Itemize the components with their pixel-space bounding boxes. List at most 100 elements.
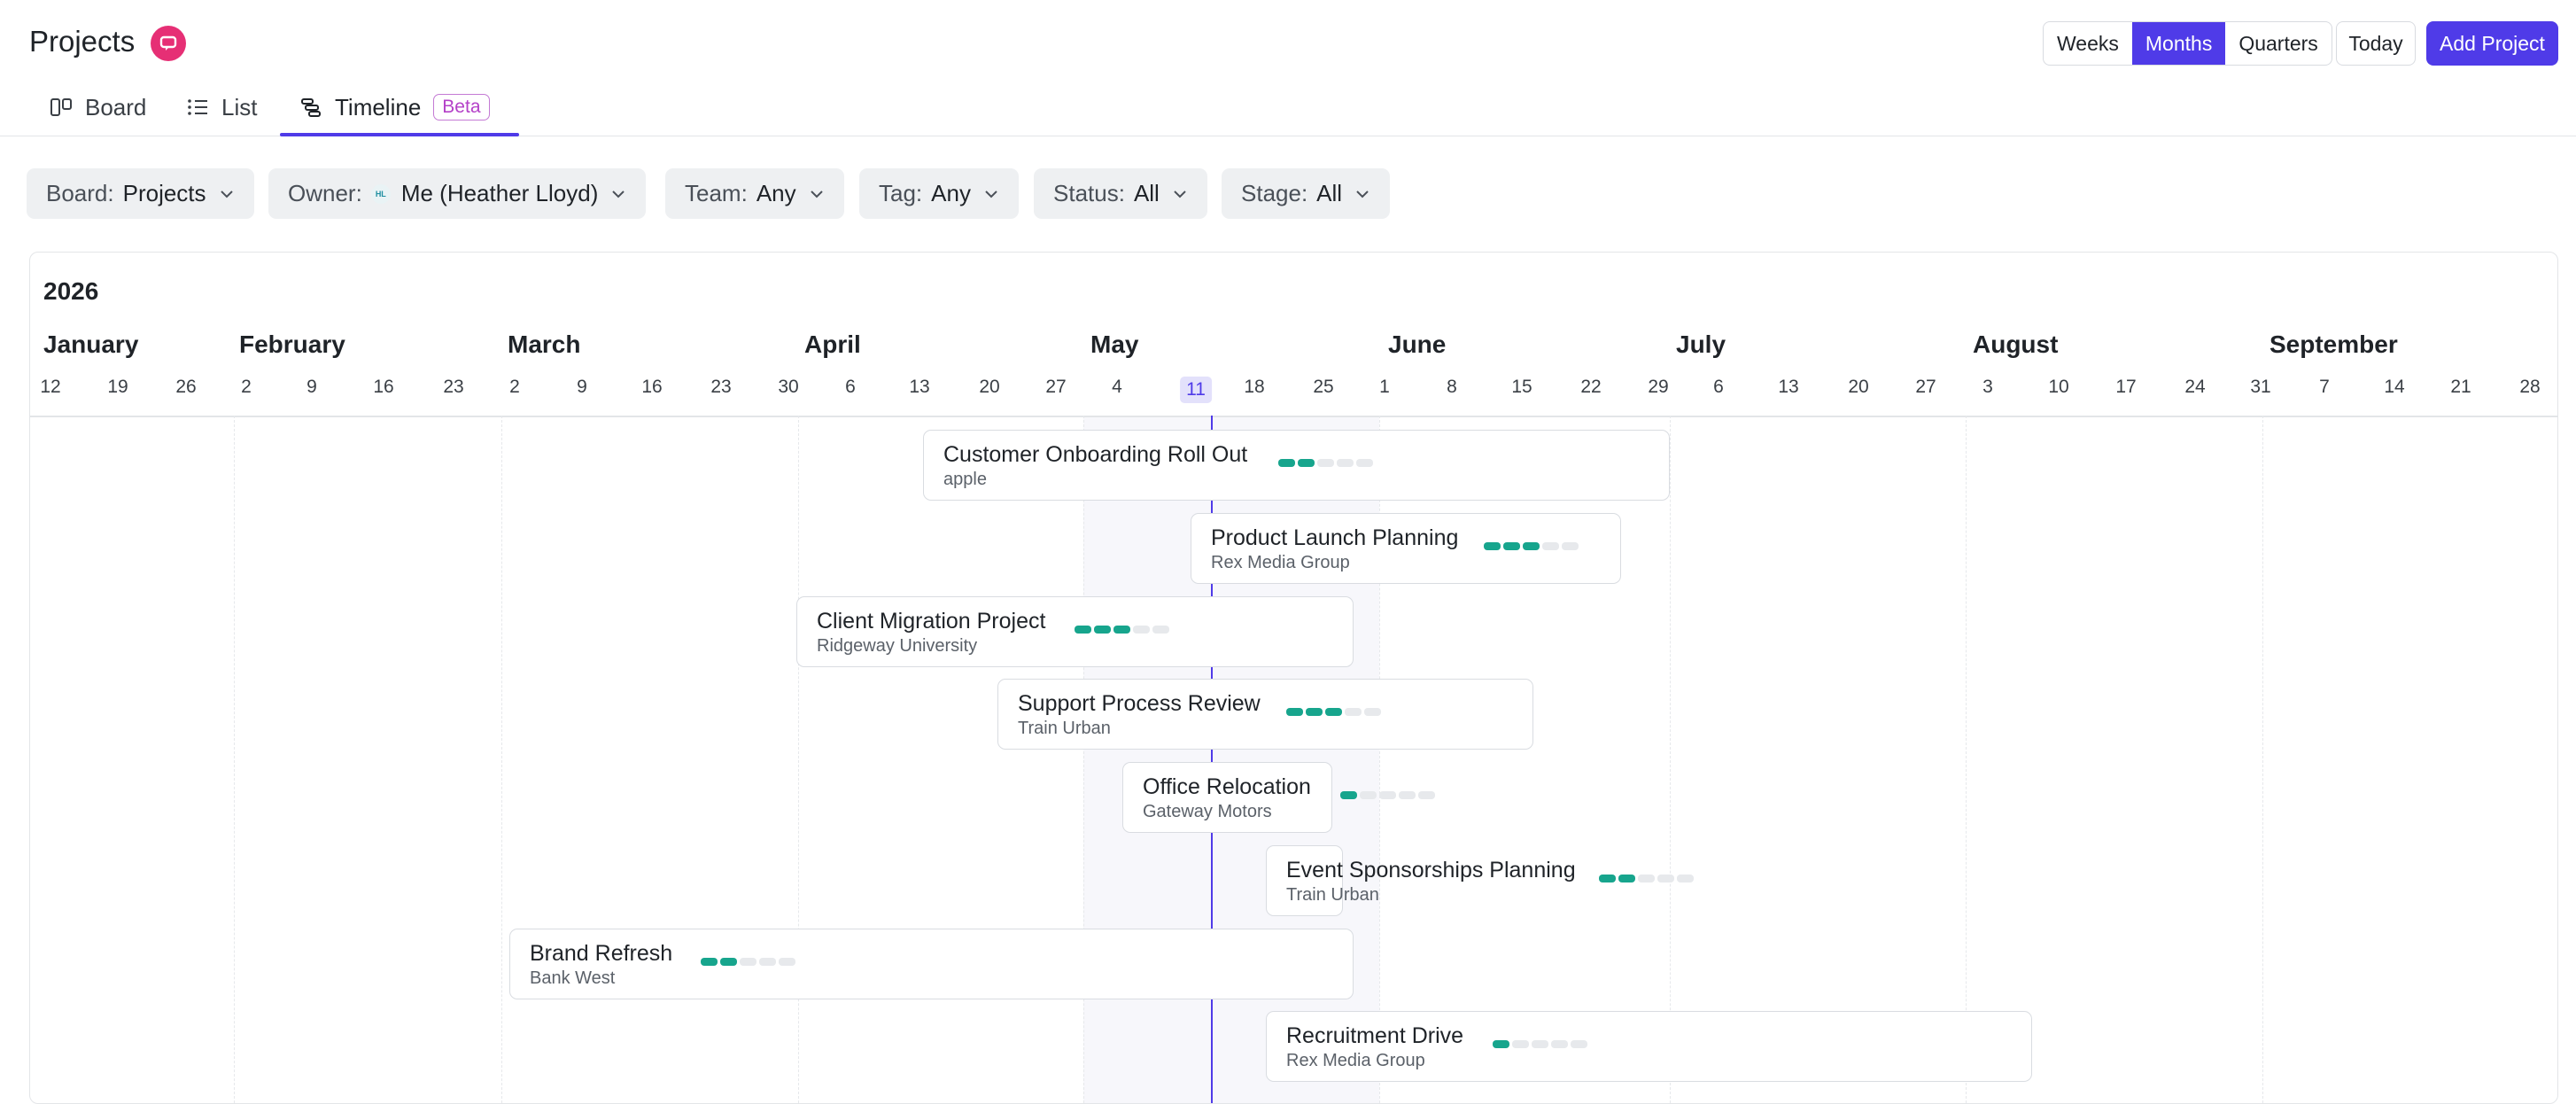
timeline-icon <box>299 97 322 118</box>
filter-stage[interactable]: Stage: All <box>1222 168 1391 219</box>
view-quarters-button[interactable]: Quarters <box>2225 22 2331 65</box>
progress-segment <box>740 958 757 966</box>
week-tick: 6 <box>845 377 856 397</box>
progress-segment <box>1562 542 1579 550</box>
project-bar[interactable]: Client Migration Project Ridgeway Univers… <box>796 596 1354 667</box>
progress-segment <box>701 958 718 966</box>
week-tick: 13 <box>909 377 930 397</box>
week-tick: 18 <box>1244 377 1265 397</box>
week-tick: 2 <box>241 377 252 397</box>
today-button[interactable]: Today <box>2336 21 2416 66</box>
project-bar[interactable]: Office Relocation Gateway Motors <box>1122 762 1435 833</box>
progress-segment <box>1298 459 1315 467</box>
progress-bar <box>1278 459 1373 467</box>
view-switcher: Weeks Months Quarters <box>2043 21 2332 66</box>
filter-status[interactable]: Status: All <box>1034 168 1207 219</box>
progress-segment <box>1542 542 1559 550</box>
project-name: Support Process Review <box>1018 691 1261 716</box>
project-client: Train Urban <box>1286 885 1379 905</box>
chevron-down-icon <box>809 189 825 199</box>
project-client: Ridgeway University <box>817 636 978 656</box>
week-tick: 29 <box>1648 377 1669 397</box>
week-tick: 19 <box>107 377 128 397</box>
filter-board[interactable]: Board: Projects <box>27 168 254 219</box>
project-bar[interactable]: Product Launch Planning Rex Media Group <box>1191 513 1621 584</box>
progress-segment <box>1379 791 1396 799</box>
week-tick: 30 <box>778 377 799 397</box>
progress-segment <box>1493 1040 1509 1048</box>
week-tick: 28 <box>2519 377 2541 397</box>
week-tick: 12 <box>40 377 61 397</box>
week-tick: 17 <box>2115 377 2137 397</box>
active-tab-indicator <box>280 133 519 136</box>
week-tick: 21 <box>2450 377 2471 397</box>
month-divider <box>1670 416 1671 1103</box>
week-tick: 20 <box>979 377 1000 397</box>
filter-status-label: Status: <box>1053 180 1125 206</box>
tab-list[interactable]: List <box>186 78 257 136</box>
progress-segment <box>1657 875 1674 882</box>
week-tick: 9 <box>577 377 587 397</box>
project-bar[interactable]: Support Process Review Train Urban <box>997 679 1533 750</box>
progress-segment <box>1399 791 1416 799</box>
week-tick: 27 <box>1045 377 1067 397</box>
week-tick-today: 11 <box>1180 377 1212 403</box>
week-tick: 7 <box>2319 377 2330 397</box>
progress-bar <box>1340 791 1435 799</box>
filter-team[interactable]: Team: Any <box>665 168 844 219</box>
view-weeks-button[interactable]: Weeks <box>2044 22 2132 65</box>
tab-list-label: List <box>221 93 258 121</box>
project-client: Gateway Motors <box>1143 802 1272 821</box>
filter-status-value: All <box>1133 180 1160 206</box>
progress-segment <box>1337 459 1354 467</box>
view-months-button[interactable]: Months <box>2131 22 2226 65</box>
filter-stage-label: Stage: <box>1241 180 1308 206</box>
progress-segment <box>1638 875 1655 882</box>
tab-board[interactable]: Board <box>50 78 146 136</box>
month-divider <box>501 416 502 1103</box>
filter-owner[interactable]: Owner: HL Me (Heather Lloyd) <box>268 168 647 219</box>
progress-segment <box>1523 542 1540 550</box>
project-bar[interactable]: Event Sponsorships Planning Train Urban <box>1266 845 1694 916</box>
progress-segment <box>1152 626 1169 634</box>
progress-segment <box>1345 708 1362 716</box>
chevron-down-icon <box>610 189 626 199</box>
progress-bar <box>1075 626 1169 634</box>
filter-owner-label: Owner: <box>288 180 362 206</box>
chevron-down-icon <box>1354 189 1370 199</box>
progress-segment <box>1618 875 1635 882</box>
filter-board-value: Projects <box>122 180 206 206</box>
project-bar[interactable]: Customer Onboarding Roll Out apple <box>923 430 1670 501</box>
week-tick: 14 <box>2384 377 2405 397</box>
week-tick: 23 <box>443 377 464 397</box>
project-bar[interactable]: Recruitment Drive Rex Media Group <box>1266 1011 2032 1082</box>
month-label: August <box>1973 330 2059 358</box>
tab-timeline[interactable]: Timeline Beta <box>299 78 490 136</box>
month-label: February <box>239 330 345 358</box>
add-project-button[interactable]: Add Project <box>2426 21 2558 66</box>
chat-icon[interactable] <box>151 26 186 61</box>
week-tick: 16 <box>641 377 663 397</box>
progress-segment <box>1306 708 1323 716</box>
project-bar[interactable]: Brand Refresh Bank West <box>509 929 1354 999</box>
progress-segment <box>1356 459 1373 467</box>
month-divider <box>1966 416 1967 1103</box>
month-divider <box>2262 416 2263 1103</box>
filter-tag[interactable]: Tag: Any <box>859 168 1019 219</box>
progress-segment <box>1551 1040 1568 1048</box>
timeline-axis-divider <box>30 416 2557 417</box>
progress-segment <box>779 958 795 966</box>
week-tick: 22 <box>1580 377 1602 397</box>
project-name: Event Sponsorships Planning <box>1286 858 1576 882</box>
week-tick: 31 <box>2250 377 2271 397</box>
week-tick: 13 <box>1778 377 1799 397</box>
filter-owner-value: Me (Heather Lloyd) <box>400 180 599 206</box>
month-divider <box>234 416 235 1103</box>
progress-segment <box>1317 459 1334 467</box>
progress-segment <box>720 958 737 966</box>
beta-badge: Beta <box>433 94 490 121</box>
filter-tag-value: Any <box>931 180 971 206</box>
view-tabs: Board List Timeline Beta <box>0 78 2576 136</box>
week-tick: 1 <box>1379 377 1390 397</box>
timeline-panel: 2026 January February March April May June Jul… <box>29 252 2558 1104</box>
